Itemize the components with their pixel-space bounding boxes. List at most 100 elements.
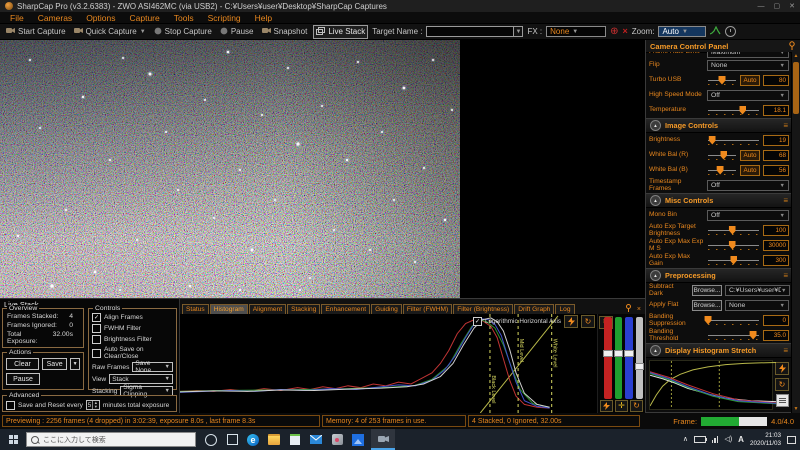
raw-frames-select[interactable]: Save None ▼ [132, 360, 173, 374]
quick-capture-button[interactable]: Quick Capture ▼ [72, 26, 148, 37]
tab-filter-fwhm-[interactable]: Filter (FWHM) [402, 304, 453, 314]
histogram-toolbar-icon[interactable] [710, 25, 721, 37]
flip-select[interactable]: None ▼ [707, 60, 789, 71]
taskbar-clock[interactable]: 21:03 2020/11/03 [750, 432, 781, 446]
luminance-channel-slider[interactable] [634, 317, 644, 399]
tab-histogram[interactable]: Histogram [209, 304, 248, 314]
auto-button[interactable]: Auto [740, 75, 760, 86]
network-icon[interactable] [711, 436, 719, 443]
menu-cameras[interactable]: Cameras [31, 13, 79, 23]
sharpcap-taskbar-button[interactable] [371, 429, 395, 450]
blue-channel-slider[interactable] [624, 317, 634, 399]
white-bal-b--slider[interactable] [707, 165, 737, 177]
brightness-slider[interactable] [707, 135, 760, 147]
store-icon[interactable] [288, 433, 302, 447]
section-header-preprocessing[interactable]: ▲ Preprocessing ≡ [646, 268, 792, 283]
chevron-up-icon[interactable]: ▲ [650, 120, 661, 131]
frame-rate-limit-select[interactable]: Maximum ▼ [707, 52, 789, 58]
reset-all-icon[interactable]: ↻ [630, 400, 643, 412]
cortana-icon[interactable] [204, 433, 218, 447]
scrollbar-thumb[interactable] [793, 62, 799, 114]
auto-button[interactable]: Auto [740, 165, 760, 176]
tab-guiding[interactable]: Guiding [371, 304, 402, 314]
quick-capture-dropdown-icon[interactable]: ▼ [140, 29, 146, 35]
pause-button[interactable]: Pause [218, 26, 256, 38]
section-header-misc-controls[interactable]: ▲ Misc Controls ≡ [646, 193, 792, 208]
tab-drift-graph[interactable]: Drift Graph [514, 304, 555, 314]
luminance-channel-handle[interactable] [634, 362, 644, 370]
menu-capture[interactable]: Capture [122, 13, 166, 23]
save-stretch-icon[interactable] [775, 394, 789, 407]
brightness-filter-checkbox[interactable] [92, 335, 101, 344]
mail-icon[interactable] [309, 433, 323, 447]
section-menu-icon[interactable]: ≡ [783, 121, 788, 130]
temperature-slider[interactable] [707, 105, 760, 117]
auto-save-on-clear-close-checkbox[interactable] [92, 348, 101, 358]
ime-indicator[interactable]: A [738, 435, 744, 444]
target-name-dropdown[interactable]: ▼ [514, 26, 524, 37]
menu-options[interactable]: Options [79, 13, 122, 23]
file-explorer-icon[interactable] [267, 433, 281, 447]
fx-select[interactable]: None ▼ [546, 26, 607, 37]
section-menu-icon[interactable]: ≡ [783, 271, 788, 280]
mono-bin-select[interactable]: Off ▼ [707, 210, 789, 221]
tab-alignment[interactable]: Alignment [248, 304, 287, 314]
green-channel-handle[interactable] [613, 349, 623, 357]
minimize-button[interactable]: — [758, 3, 765, 10]
menu-tools[interactable]: Tools [167, 13, 201, 23]
maximize-button[interactable]: ▢ [774, 3, 781, 10]
dock-pin-icon[interactable] [625, 304, 632, 314]
high-speed-mode-select[interactable]: Off ▼ [707, 90, 789, 101]
stretch-reset-icon[interactable]: ↻ [775, 378, 789, 391]
reticle-icon[interactable]: ⊕ [610, 26, 618, 37]
photos-icon[interactable] [351, 433, 365, 447]
white-bal-r--slider[interactable] [707, 150, 737, 162]
reset-stretch-icon[interactable]: ↻ [581, 315, 595, 328]
tab-log[interactable]: Log [555, 304, 575, 314]
browse-button[interactable]: Browse... [692, 285, 722, 296]
stop-capture-button[interactable]: Stop Capture [152, 26, 214, 38]
blue-channel-handle[interactable] [624, 349, 634, 357]
auto-exp-max-gain-slider[interactable] [707, 255, 760, 267]
paint3d-icon[interactable] [330, 433, 344, 447]
task-view-icon[interactable] [225, 433, 239, 447]
save-button[interactable]: Save [42, 358, 68, 370]
pause-button[interactable]: Pause [6, 373, 40, 385]
tab-enhancement[interactable]: Enhancement [321, 304, 371, 314]
dock-close-icon[interactable]: × [637, 306, 641, 313]
save-reset-checkbox[interactable] [6, 400, 15, 410]
apply-levels-icon[interactable]: ✛ [615, 400, 628, 412]
edge-icon[interactable]: e [246, 433, 260, 447]
auto-levels-icon[interactable] [600, 400, 613, 412]
tab-status[interactable]: Status [182, 304, 209, 314]
section-header-image-controls[interactable]: ▲ Image Controls ≡ [646, 118, 792, 133]
target-name-input[interactable] [426, 26, 515, 37]
start-button[interactable] [0, 429, 26, 450]
turbo-usb-slider[interactable] [707, 75, 737, 87]
fwhm-filter-checkbox[interactable] [92, 324, 101, 333]
start-capture-button[interactable]: Start Capture [4, 26, 68, 37]
menu-help[interactable]: Help [248, 13, 279, 23]
chevron-up-icon[interactable]: ▲ [650, 270, 661, 281]
stretch-auto-icon[interactable] [775, 362, 789, 375]
clear-button[interactable]: Clear [6, 358, 39, 370]
tab-filter-brightness-[interactable]: Filter (Brightness) [453, 304, 514, 314]
minutes-spinner[interactable]: 5 ▲ ▼ [85, 400, 100, 410]
auto-button[interactable]: Auto [740, 150, 760, 161]
taskbar-search[interactable]: ここに入力して検索 [26, 432, 196, 447]
chevron-up-icon[interactable]: ▲ [650, 345, 661, 356]
chevron-up-icon[interactable]: ▲ [650, 195, 661, 206]
menu-scripting[interactable]: Scripting [201, 13, 248, 23]
auto-exp-max-exp-m-s-slider[interactable] [707, 240, 760, 252]
section-header-display-histogram-stretch[interactable]: ▲ Display Histogram Stretch ≡ [646, 343, 792, 358]
scroll-down-icon[interactable]: ▼ [792, 405, 800, 413]
auto-stretch-icon[interactable] [564, 315, 578, 328]
tab-stacking[interactable]: Stacking [287, 304, 321, 314]
scroll-up-icon[interactable]: ▲ [792, 52, 800, 60]
tray-expand-icon[interactable]: ∧ [683, 436, 688, 443]
section-menu-icon[interactable]: ≡ [783, 196, 788, 205]
view-select[interactable]: Stack ▼ [109, 374, 173, 384]
save-dropdown[interactable]: ▼ [70, 358, 80, 370]
green-channel-slider[interactable] [613, 317, 623, 399]
red-channel-slider[interactable] [603, 317, 613, 399]
